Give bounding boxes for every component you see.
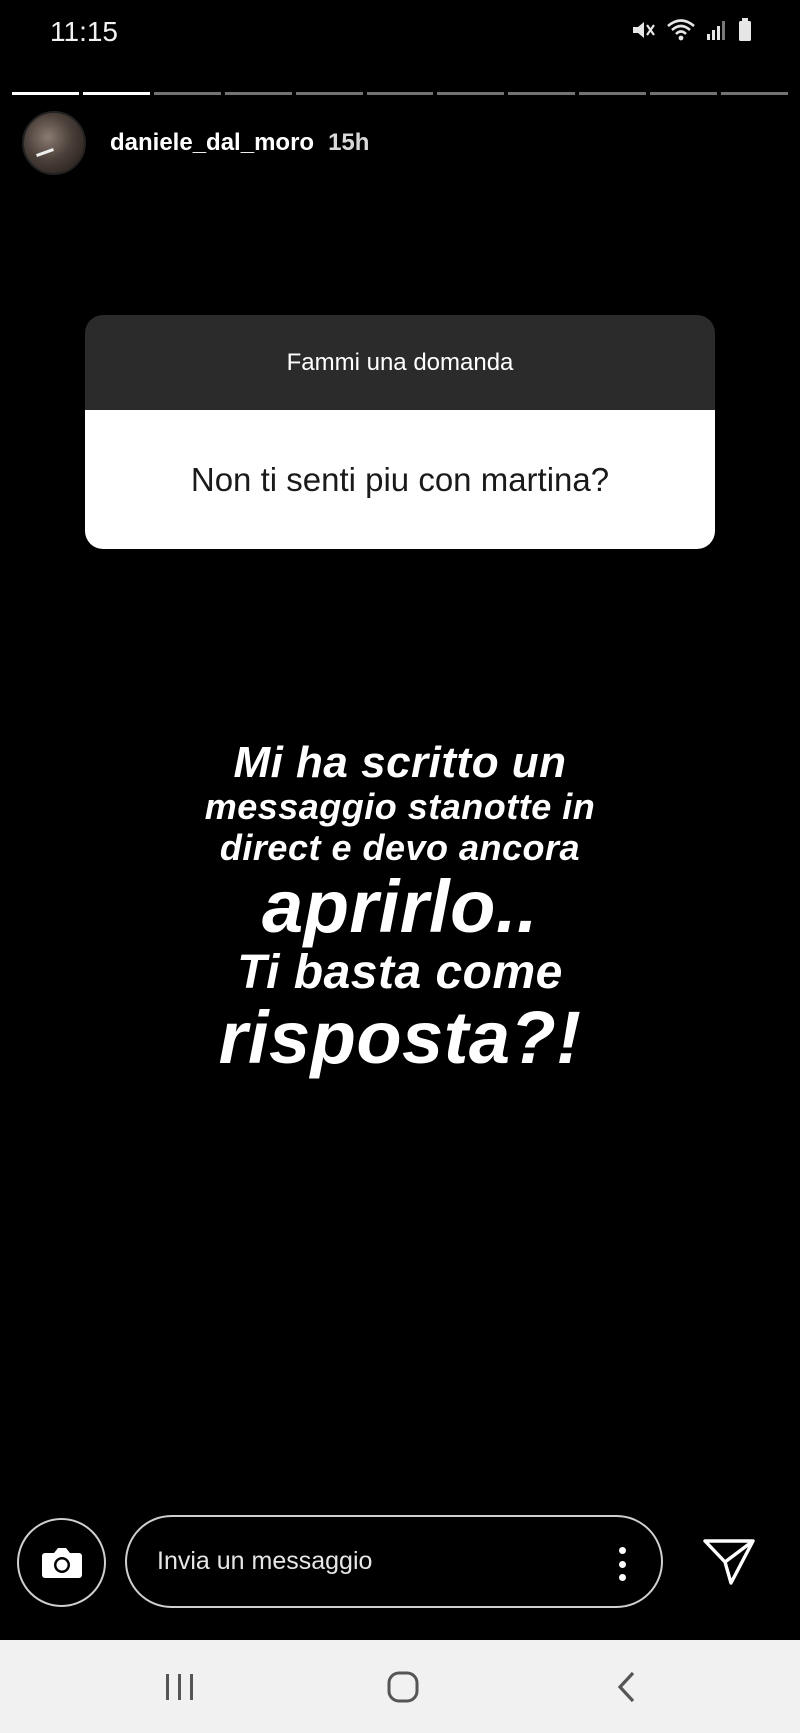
camera-button[interactable] (17, 1518, 106, 1607)
story-progress-segment (295, 92, 363, 95)
story-progress-bar (12, 92, 788, 95)
story-time-ago: 15h (328, 129, 370, 156)
camera-icon (41, 1547, 82, 1578)
answer-line: Ti basta come (237, 945, 563, 999)
mute-icon (633, 22, 655, 38)
reply-field[interactable] (125, 1515, 663, 1608)
system-nav-bar (0, 1640, 800, 1733)
recent-apps-icon[interactable] (155, 1662, 205, 1712)
answer-line: direct e devo ancora (219, 826, 581, 868)
story-progress-segment (82, 92, 150, 95)
status-bar: 11:15 (0, 0, 800, 70)
story-progress-segment (579, 92, 647, 95)
question-sticker-text: Non ti senti piu con martina? (85, 410, 715, 549)
wifi-icon (667, 19, 695, 41)
story-progress-segment (366, 92, 434, 95)
story-progress-segment (508, 92, 576, 95)
more-vertical-icon[interactable] (617, 1547, 627, 1581)
answer-line: aprirlo.. (262, 864, 538, 948)
answer-line: risposta?! (218, 996, 582, 1080)
question-sticker: Fammi una domanda Non ti senti piu con m… (85, 315, 715, 549)
status-icons (630, 18, 752, 42)
story-progress-segment (721, 92, 788, 95)
back-icon[interactable] (602, 1662, 652, 1712)
story-answer-text: Mi ha scritto un messaggio stanotte in d… (0, 738, 800, 1077)
send-icon[interactable] (700, 1535, 758, 1589)
story-username[interactable]: daniele_dal_moro (110, 129, 314, 157)
home-icon[interactable] (378, 1662, 428, 1712)
story-progress-segment (12, 92, 79, 95)
answer-line: Mi ha scritto un (233, 738, 567, 787)
battery-icon (739, 18, 751, 41)
message-input[interactable] (157, 1547, 577, 1576)
story-header: daniele_dal_moro 15h (22, 110, 369, 176)
avatar[interactable] (22, 111, 86, 175)
story-progress-segment (437, 92, 505, 95)
story-progress-segment (224, 92, 292, 95)
signal-icon (707, 21, 725, 40)
story-progress-segment (153, 92, 221, 95)
story-progress-segment (650, 92, 718, 95)
status-time: 11:15 (50, 16, 118, 47)
question-sticker-header: Fammi una domanda (85, 315, 715, 410)
answer-line: messaggio stanotte in (204, 786, 596, 828)
